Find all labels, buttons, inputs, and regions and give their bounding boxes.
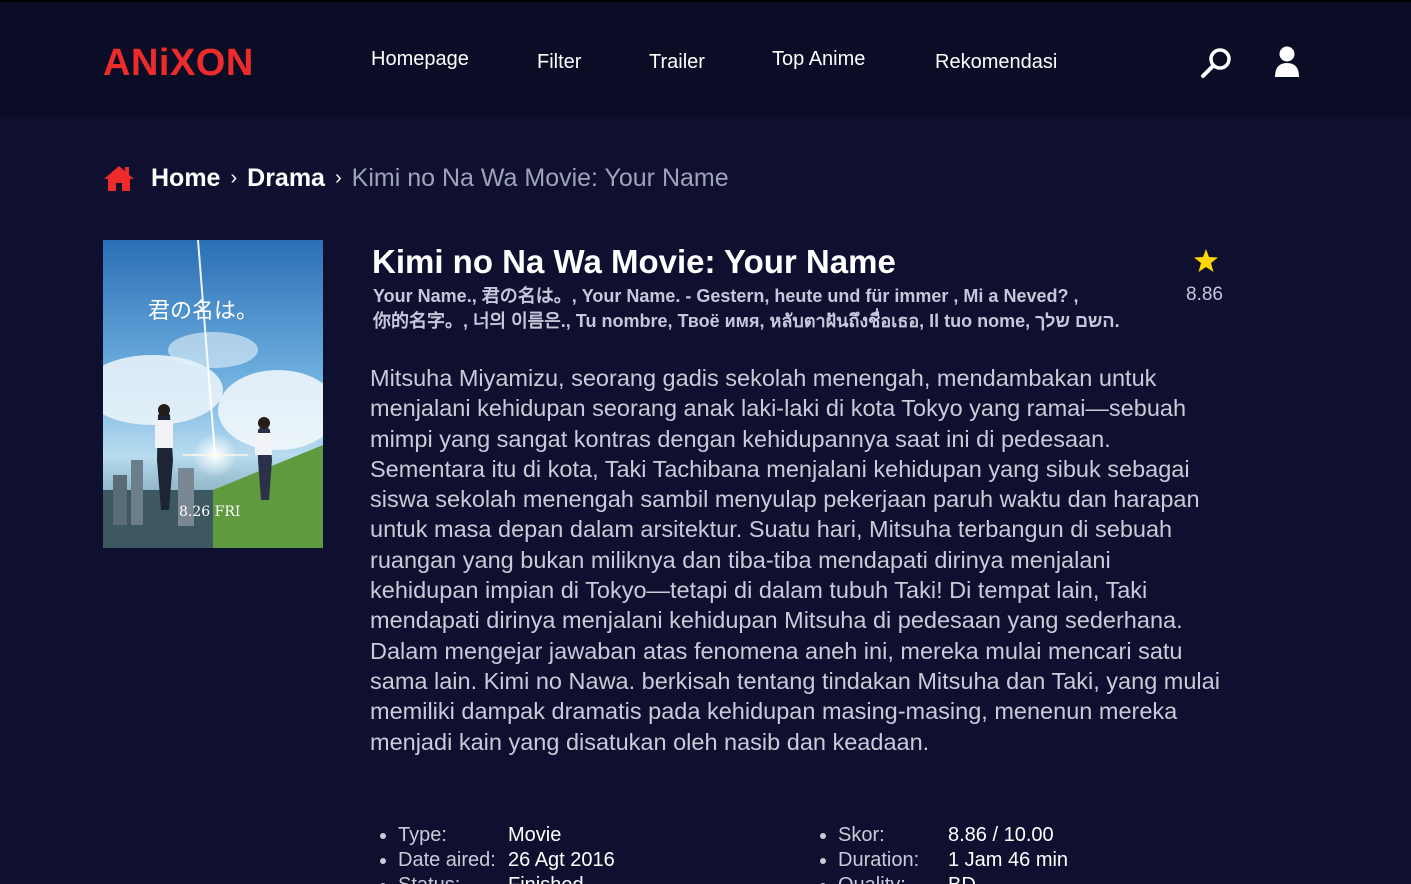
info-quality: Quality:BD <box>810 873 1068 884</box>
rating-value: 8.86 <box>1186 284 1223 305</box>
info-date-aired: Date aired: 26 Agt 2016 <box>370 848 615 873</box>
poster-title-jp: 君の名は。 <box>148 299 258 324</box>
info-label: Type: <box>398 824 447 846</box>
info-status: Status:Finished <box>370 873 615 884</box>
nav-homepage[interactable]: Homepage <box>371 48 469 71</box>
info-value: Movie <box>508 824 562 846</box>
poster-date: 8.26 FRI <box>179 504 240 520</box>
info-value: 26 Agt 2016 <box>508 849 615 871</box>
alternative-titles-line: 你的名字。, 너의 이름은., Tu nombre, Твоё имя, หลั… <box>373 310 1120 331</box>
info-value: 1 Jam 46 min <box>948 849 1069 871</box>
breadcrumb-current: Kimi no Na Wa Movie: Your Name <box>351 163 729 192</box>
info-duration: Duration: 1 Jam 46 min <box>810 848 1068 873</box>
top-navbar: ANiXON Homepage Filter Trailer Top Anime… <box>0 0 1411 118</box>
search-icon[interactable] <box>1200 46 1234 80</box>
alternative-titles: Your Name., 君の名は。, Your Name. - Gestern,… <box>373 284 1173 333</box>
page: ANiXON Homepage Filter Trailer Top Anime… <box>0 0 1411 884</box>
info-value: 8.86 / 10.00 <box>948 824 1054 846</box>
nav-filter[interactable]: Filter <box>537 51 581 74</box>
user-icon[interactable] <box>1273 45 1301 79</box>
info-value: Finished <box>508 873 584 884</box>
info-type: Type: Movie <box>370 823 615 848</box>
nav-rekomendasi[interactable]: Rekomendasi <box>935 51 1057 74</box>
info-label: Quality: <box>838 873 948 884</box>
breadcrumb-home[interactable]: Home <box>151 164 220 193</box>
synopsis: Mitsuha Miyamizu, seorang gadis sekolah … <box>370 365 1220 755</box>
nav-top-anime[interactable]: Top Anime <box>772 48 865 71</box>
star-icon <box>1194 249 1218 277</box>
info-value: BD <box>948 873 976 884</box>
info-label: Duration: <box>838 849 920 871</box>
breadcrumb: Home › Drama › Kimi no Na Wa Movie: Your… <box>103 160 729 196</box>
nav-trailer[interactable]: Trailer <box>649 51 705 74</box>
anime-title: Kimi no Na Wa Movie: Your Name <box>372 243 896 280</box>
info-label: Date aired: <box>398 849 496 871</box>
breadcrumb-category[interactable]: Drama <box>247 164 325 193</box>
info-label: Status: <box>398 873 508 884</box>
info-score: Skor: 8.86 / 10.00 <box>810 823 1068 848</box>
info-list-right: Skor: 8.86 / 10.00 Duration: 1 Jam 46 min … <box>810 823 1068 884</box>
info-label: Skor: <box>838 824 885 846</box>
breadcrumb-separator: › <box>230 166 238 189</box>
home-icon[interactable] <box>103 164 135 192</box>
brand-logo[interactable]: ANiXON <box>103 42 254 85</box>
breadcrumb-separator: › <box>334 166 342 189</box>
info-list-left: Type: Movie Date aired: 26 Agt 2016 Status… <box>370 823 615 884</box>
alternative-titles-line: Your Name., 君の名は。, Your Name. - Gestern,… <box>373 286 1079 306</box>
anime-poster: 君の名は。 8.26 FRI <box>103 240 323 548</box>
